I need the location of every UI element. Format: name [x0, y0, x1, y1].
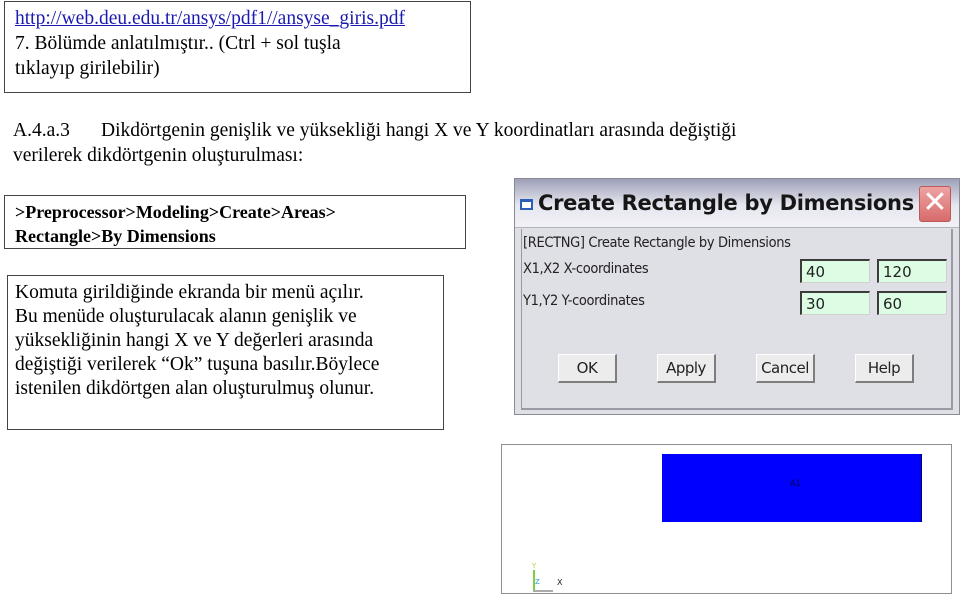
window-icon: [520, 199, 533, 210]
y2-input[interactable]: [877, 291, 947, 315]
close-button[interactable]: ✕: [919, 186, 951, 222]
create-rectangle-dialog: Create Rectangle by Dimensions ✕ [RECTNG…: [514, 178, 960, 415]
command-path-line-2: Rectangle>By Dimensions: [15, 226, 216, 246]
x2-input[interactable]: [877, 259, 947, 283]
y1-input[interactable]: [800, 291, 870, 315]
x1-input[interactable]: [800, 259, 870, 283]
reference-note-line-1: 7. Bölümde anlatılmıştır.. (Ctrl + sol t…: [15, 33, 341, 54]
description-line: yüksekliğinin hangi X ve Y değerleri ara…: [15, 330, 374, 351]
description-line: değiştiği verilerek “Ok” tuşuna basılır.…: [15, 354, 380, 375]
graphics-viewport[interactable]: A1 Y Z X: [501, 444, 952, 594]
y-coordinates-label: Y1,Y2 Y-coordinates: [523, 293, 645, 309]
ok-button[interactable]: OK: [558, 354, 617, 383]
y-axis-label: Y: [532, 562, 537, 570]
z-axis-label: Z: [535, 578, 540, 586]
x-axis-label: X: [557, 578, 563, 587]
description-line: Komuta girildiğinde ekranda bir menü açı…: [15, 282, 364, 303]
command-path-box: >Preprocessor>Modeling>Create>Areas> Rec…: [4, 195, 466, 249]
close-icon: ✕: [922, 185, 948, 220]
description-box: Komuta girildiğinde ekranda bir menü açı…: [7, 275, 444, 430]
section-number: A.4.a.3: [13, 120, 70, 141]
section-title-line-1: Dikdörtgenin genişlik ve yüksekliği hang…: [101, 120, 737, 141]
cancel-button[interactable]: Cancel: [756, 354, 815, 383]
command-path-line-1: >Preprocessor>Modeling>Create>Areas>: [15, 202, 336, 222]
rectangle-area: A1: [662, 454, 922, 522]
section-title-line-2: verilerek dikdörtgenin oluşturulması:: [13, 145, 304, 166]
dialog-titlebar[interactable]: Create Rectangle by Dimensions ✕: [515, 179, 959, 228]
x-axis-line: [533, 590, 553, 592]
reference-note-line-2: tıklayıp girilebilir): [15, 58, 160, 79]
x-coordinates-label: X1,X2 X-coordinates: [523, 261, 649, 277]
reference-link-box: http://web.deu.edu.tr/ansys/pdf1//ansyse…: [4, 1, 471, 93]
description-line: Bu menüde oluşturulacak alanın genişlik …: [15, 306, 357, 327]
apply-button[interactable]: Apply: [657, 354, 716, 383]
description-line: istenilen dikdörtgen alan oluşturulmuş o…: [15, 378, 375, 399]
help-button[interactable]: Help: [855, 354, 914, 383]
reference-link[interactable]: http://web.deu.edu.tr/ansys/pdf1//ansyse…: [15, 8, 405, 29]
section-heading: A.4.a.3 Dikdörtgenin genişlik ve yüksekli…: [13, 118, 953, 168]
command-label: [RECTNG] Create Rectangle by Dimensions: [523, 235, 791, 251]
dialog-title: Create Rectangle by Dimensions: [538, 191, 914, 215]
area-label: A1: [790, 479, 801, 489]
